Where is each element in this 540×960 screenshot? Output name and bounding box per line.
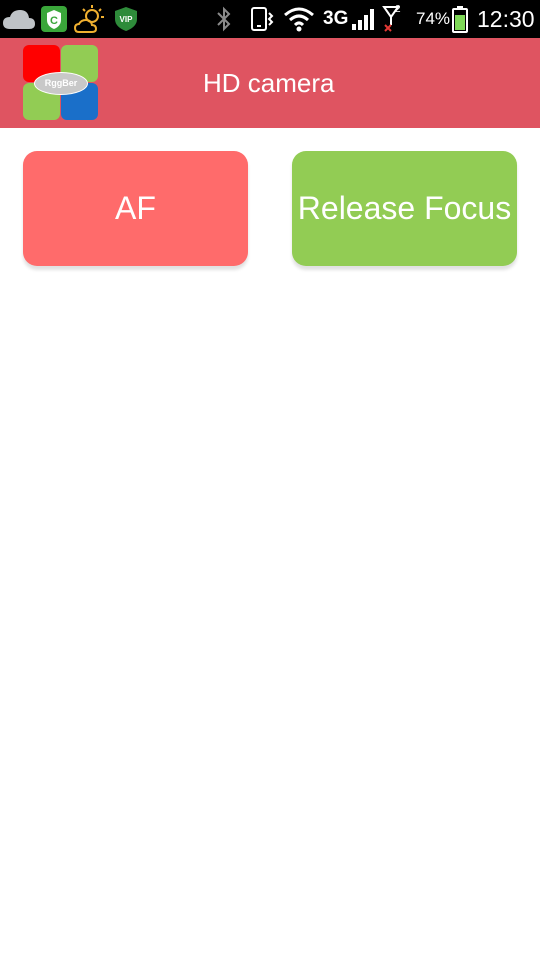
release-focus-button[interactable]: Release Focus <box>292 151 517 266</box>
vip-shield-icon: VIP <box>114 4 138 34</box>
battery-percent: 74% <box>416 9 451 28</box>
battery-icon <box>452 4 468 34</box>
shield-green-icon: C <box>40 4 68 34</box>
signal-bars-icon <box>350 4 378 34</box>
logo-text: RggBer <box>34 72 88 95</box>
status-bar: C VIP 3G 2 74% 12:30 <box>0 0 540 38</box>
network-3g-label: 3G <box>323 8 349 29</box>
clock-time: 12:30 <box>477 6 535 32</box>
app-title: HD camera <box>203 68 335 98</box>
svg-text:C: C <box>50 15 58 27</box>
weather-sun-cloud-icon <box>74 4 106 34</box>
app-logo: RggBer <box>23 45 98 120</box>
svg-text:VIP: VIP <box>120 15 134 24</box>
sim-slot-label: 2 <box>395 4 401 15</box>
cloud-icon <box>2 4 36 34</box>
bluetooth-icon <box>214 4 234 34</box>
wifi-icon <box>283 4 315 34</box>
phone-vibrate-icon <box>247 4 275 34</box>
af-button[interactable]: AF <box>23 151 248 266</box>
